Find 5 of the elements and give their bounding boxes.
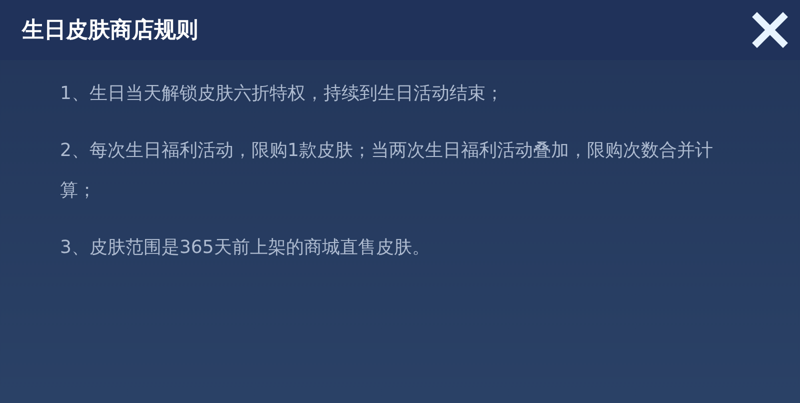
close-icon: [752, 12, 788, 48]
rule-text: 1、生日当天解锁皮肤六折特权，持续到生日活动结束；: [60, 82, 504, 106]
rule-text: 2、每次生日福利活动，限购1款皮肤；当两次生日福利活动叠加，限购次数合并计算；: [60, 139, 714, 203]
dialog-title: 生日皮肤商店规则: [22, 16, 198, 44]
rule-text: 3、皮肤范围是365天前上架的商城直售皮肤。: [60, 236, 431, 260]
